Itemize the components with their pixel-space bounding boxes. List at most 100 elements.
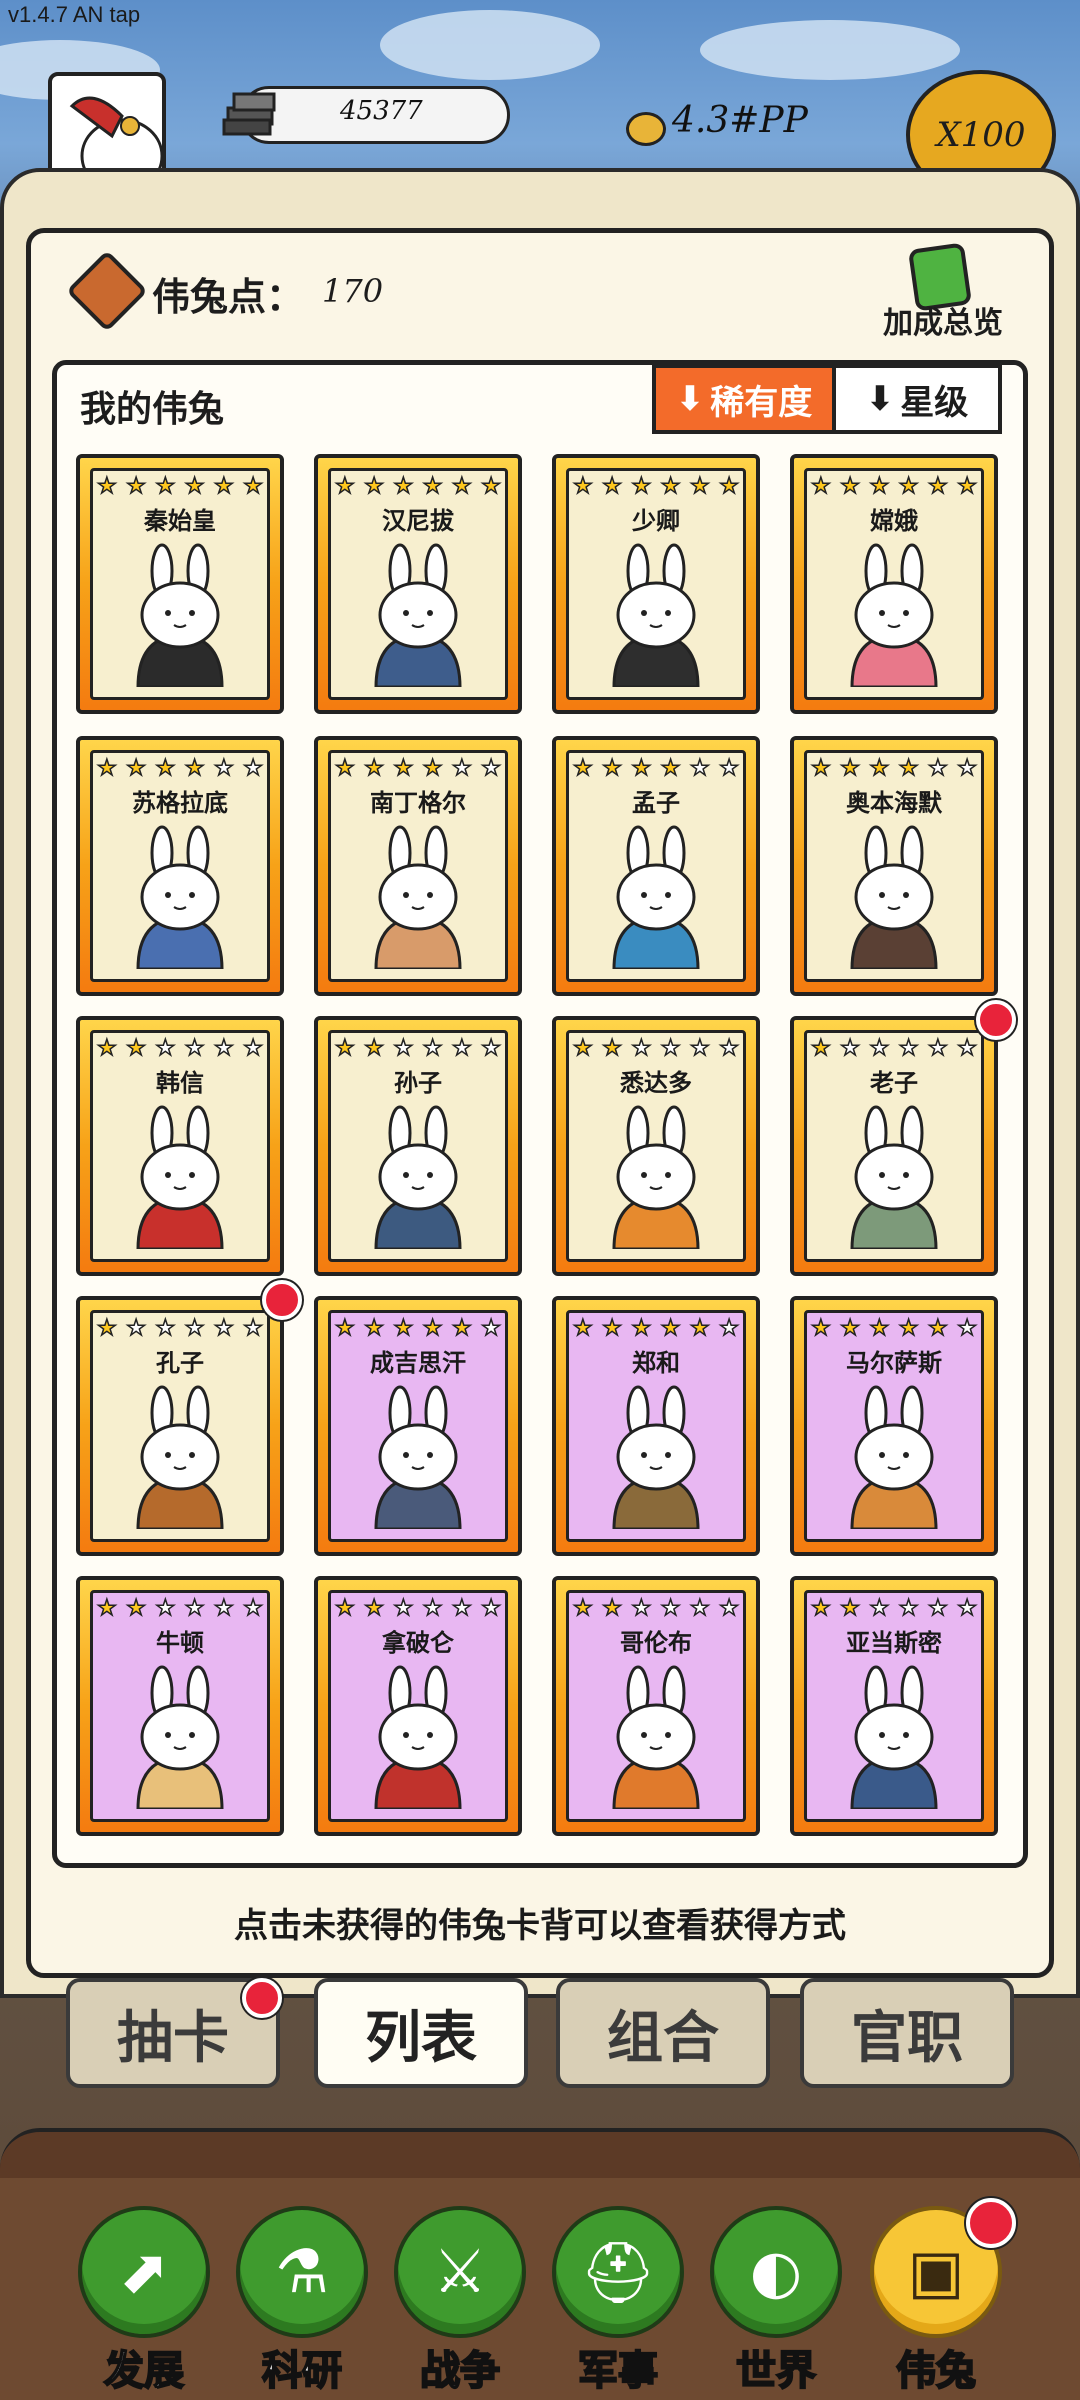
star-icon: ★ [898,1036,919,1062]
nav-bunnies[interactable]: ▣ 伟兔 [866,2198,1016,2396]
nav-develop[interactable]: ⬈ 发展 [74,2206,214,2396]
star-icon: ★ [155,756,176,782]
bunny-points-label: 伟兔点： [152,275,305,319]
star-icon: ★ [631,1316,652,1342]
star-icon: ★ [213,474,234,500]
bunny-portrait-icon [850,543,938,687]
star-icon: ★ [840,1036,861,1062]
bunny-card-face: ★ ★ ★ ★ ★ ★ 哥伦布 [566,1590,746,1822]
bunny-card[interactable]: ★ ★ ★ ★ ★ ★ 秦始皇 [76,454,284,714]
coin-icon [626,112,666,146]
star-icon: ★ [602,1316,623,1342]
star-icon: ★ [927,1036,948,1062]
tab-draw[interactable]: 抽卡 [66,1978,282,2088]
bunny-name: 哥伦布 [620,1629,692,1657]
star-icon: ★ [422,1316,443,1342]
bunny-card-face: ★ ★ ★ ★ ★ ★ 成吉思汗 [328,1310,508,1542]
bunny-card[interactable]: ★ ★ ★ ★ ★ ★ 哥伦布 [552,1576,760,1836]
crossed-swords-icon: ⚔ [433,2237,487,2307]
bunny-card[interactable]: ★ ★ ★ ★ ★ ★ 悉达多 [552,1016,760,1276]
star-icon: ★ [689,474,710,500]
bunny-card-face: ★ ★ ★ ★ ★ ★ 少卿 [566,468,746,700]
star-icon: ★ [451,1036,472,1062]
nav-button-circle: ⚔ [394,2206,526,2338]
bunny-portrait-icon [850,825,938,969]
bunny-name: 悉达多 [620,1069,692,1097]
tab-label: 列表 [365,2005,477,2071]
sort-by-rarity-button[interactable]: ⬇ 稀有度 [652,364,836,434]
sort-by-star-label: 星级 [900,382,969,423]
cloud [700,20,960,80]
star-rating: ★ ★ ★ ★ ★ ★ [810,474,977,500]
bunny-name: 嫦娥 [870,507,918,535]
star-icon: ★ [869,474,890,500]
sort-by-star-button[interactable]: ⬇ 星级 [832,364,1002,434]
bunny-card[interactable]: ★ ★ ★ ★ ★ ★ 嫦娥 [790,454,998,714]
tab-list[interactable]: 列表 [314,1978,528,2088]
bonus-overview-button[interactable]: 加成总览 [868,242,1018,346]
bunny-portrait-icon [136,1665,224,1809]
star-icon: ★ [572,1316,593,1342]
tab-combo[interactable]: 组合 [556,1978,770,2088]
nav-button-circle: ◐ [710,2206,842,2338]
bunny-card[interactable]: ★ ★ ★ ★ ★ ★ 拿破仑 [314,1576,522,1836]
bunny-card[interactable]: ★ ★ ★ ★ ★ ★ 老子 [790,1000,1016,1276]
star-icon: ★ [898,756,919,782]
bunny-card[interactable]: ★ ★ ★ ★ ★ ★ 牛顿 [76,1576,284,1836]
bunny-card[interactable]: ★ ★ ★ ★ ★ ★ 郑和 [552,1296,760,1556]
nav-research[interactable]: ⚗ 科研 [232,2206,372,2396]
nav-button-circle: ⬈ [78,2206,210,2338]
star-icon: ★ [126,1036,147,1062]
star-icon: ★ [660,756,681,782]
tab-office[interactable]: 官职 [800,1978,1014,2088]
star-icon: ★ [96,756,117,782]
star-icon: ★ [602,1036,623,1062]
star-icon: ★ [393,756,414,782]
bunny-card[interactable]: ★ ★ ★ ★ ★ ★ 苏格拉底 [76,736,284,996]
bunny-card[interactable]: ★ ★ ★ ★ ★ ★ 马尔萨斯 [790,1296,998,1556]
star-icon: ★ [96,1596,117,1622]
bunny-card[interactable]: ★ ★ ★ ★ ★ ★ 汉尼拔 [314,454,522,714]
bunny-card[interactable]: ★ ★ ★ ★ ★ ★ 韩信 [76,1016,284,1276]
nav-world[interactable]: ◐ 世界 [706,2206,846,2396]
nav-war[interactable]: ⚔ 战争 [390,2206,530,2396]
tab-label: 官职 [851,2005,963,2071]
bunny-name: 韩信 [156,1069,204,1097]
star-icon: ★ [422,756,443,782]
bunny-card[interactable]: ★ ★ ★ ★ ★ ★ 奥本海默 [790,736,998,996]
star-rating: ★ ★ ★ ★ ★ ★ [96,1596,263,1622]
bunny-card[interactable]: ★ ★ ★ ★ ★ ★ 少卿 [552,454,760,714]
bunny-card[interactable]: ★ ★ ★ ★ ★ ★ 孔子 [76,1280,302,1556]
star-icon: ★ [689,1596,710,1622]
star-icon: ★ [810,1316,831,1342]
bunny-card-face: ★ ★ ★ ★ ★ ★ 孔子 [90,1310,270,1542]
bunny-card[interactable]: ★ ★ ★ ★ ★ ★ 成吉思汗 [314,1296,522,1556]
star-icon: ★ [898,1316,919,1342]
bunny-card[interactable]: ★ ★ ★ ★ ★ ★ 孟子 [552,736,760,996]
bunny-portrait-icon [374,1385,462,1529]
bunny-portrait-icon [136,1105,224,1249]
star-icon: ★ [96,474,117,500]
star-icon: ★ [957,1036,978,1062]
star-rating: ★ ★ ★ ★ ★ ★ [334,1596,501,1622]
star-rating: ★ ★ ★ ★ ★ ★ [572,474,739,500]
star-icon: ★ [451,756,472,782]
star-icon: ★ [602,1596,623,1622]
bunny-card[interactable]: ★ ★ ★ ★ ★ ★ 亚当斯密 [790,1576,998,1836]
star-icon: ★ [481,1036,502,1062]
bunny-card[interactable]: ★ ★ ★ ★ ★ ★ 孙子 [314,1016,522,1276]
bunny-card-face: ★ ★ ★ ★ ★ ★ 秦始皇 [90,468,270,700]
bunny-portrait-icon [850,1385,938,1529]
star-icon: ★ [689,1036,710,1062]
star-icon: ★ [869,756,890,782]
bunny-card[interactable]: ★ ★ ★ ★ ★ ★ 南丁格尔 [314,736,522,996]
star-icon: ★ [334,1316,355,1342]
star-icon: ★ [364,474,385,500]
hint-text: 点击未获得的伟兔卡背可以查看获得方式 [234,1906,846,1946]
star-icon: ★ [364,1036,385,1062]
star-icon: ★ [213,1036,234,1062]
nav-military[interactable]: ⛑ 军事 [548,2206,688,2396]
star-icon: ★ [155,1316,176,1342]
star-icon: ★ [602,474,623,500]
bunny-card-face: ★ ★ ★ ★ ★ ★ 嫦娥 [804,468,984,700]
